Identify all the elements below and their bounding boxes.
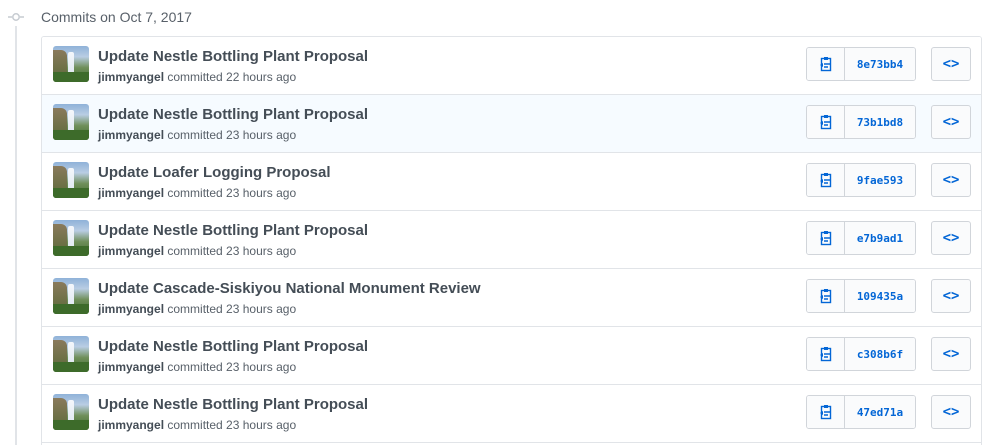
sha-button-group: c308b6f — [806, 337, 916, 371]
avatar[interactable] — [53, 162, 89, 198]
git-commit-icon — [8, 13, 24, 21]
copy-sha-button[interactable] — [807, 338, 845, 370]
commit-time: committed 22 hours ago — [167, 70, 297, 84]
commit-author-link[interactable]: jimmyangel — [98, 302, 164, 316]
code-icon: <> — [942, 114, 960, 130]
code-icon: <> — [942, 172, 960, 188]
commit-sha-link[interactable]: 109435a — [845, 280, 915, 312]
commit-title-link[interactable]: Update Cascade-Siskiyou National Monumen… — [98, 280, 481, 298]
avatar[interactable] — [53, 220, 89, 256]
commit-sha-link[interactable]: 8e73bb4 — [845, 48, 915, 80]
commit-meta: jimmyangel committed 23 hours ago — [98, 417, 296, 433]
commit-row: Update Nestle Bottling Plant Proposal ji… — [42, 385, 981, 443]
avatar[interactable] — [53, 46, 89, 82]
clipboard-icon — [819, 231, 831, 246]
commit-time: committed 23 hours ago — [167, 418, 297, 432]
copy-sha-button[interactable] — [807, 396, 845, 428]
commit-title-link[interactable]: Update Nestle Bottling Plant Proposal — [98, 222, 368, 240]
commit-meta: jimmyangel committed 22 hours ago — [98, 69, 296, 85]
commit-time: committed 23 hours ago — [167, 360, 297, 374]
commit-meta: jimmyangel committed 23 hours ago — [98, 301, 296, 317]
commit-title-link[interactable]: Update Nestle Bottling Plant Proposal — [98, 106, 368, 124]
commit-meta: jimmyangel committed 23 hours ago — [98, 359, 296, 375]
commit-time: committed 23 hours ago — [167, 302, 297, 316]
sha-button-group: 47ed71a — [806, 395, 916, 429]
commit-list: Update Nestle Bottling Plant Proposal ji… — [41, 36, 982, 445]
copy-sha-button[interactable] — [807, 164, 845, 196]
avatar[interactable] — [53, 394, 89, 430]
commit-meta: jimmyangel committed 23 hours ago — [98, 243, 296, 259]
sha-button-group: 9fae593 — [806, 163, 916, 197]
copy-sha-button[interactable] — [807, 48, 845, 80]
commit-row: Update Nestle Bottling Plant Proposal ji… — [42, 327, 981, 385]
commit-sha-link[interactable]: 47ed71a — [845, 396, 915, 428]
commit-time: committed 23 hours ago — [167, 128, 297, 142]
browse-code-button[interactable]: <> — [931, 163, 971, 197]
code-icon: <> — [942, 346, 960, 362]
avatar[interactable] — [53, 104, 89, 140]
commit-row: Update Nestle Bottling Plant Proposal ji… — [42, 95, 981, 153]
commit-title-link[interactable]: Update Nestle Bottling Plant Proposal — [98, 396, 368, 414]
clipboard-icon — [819, 289, 831, 304]
commit-row: Update Cascade-Siskiyou National Monumen… — [42, 269, 981, 327]
commit-meta: jimmyangel committed 23 hours ago — [98, 127, 296, 143]
commit-meta: jimmyangel committed 23 hours ago — [98, 185, 296, 201]
commit-row: Update Nestle Bottling Plant Proposal ji… — [42, 211, 981, 269]
clipboard-icon — [819, 57, 831, 72]
browse-code-button[interactable]: <> — [931, 47, 971, 81]
avatar[interactable] — [53, 278, 89, 314]
clipboard-icon — [819, 405, 831, 420]
commit-sha-link[interactable]: 73b1bd8 — [845, 106, 915, 138]
avatar[interactable] — [53, 336, 89, 372]
code-icon: <> — [942, 56, 960, 72]
commit-time: committed 23 hours ago — [167, 186, 297, 200]
commit-title-link[interactable]: Update Loafer Logging Proposal — [98, 164, 331, 182]
sha-button-group: 73b1bd8 — [806, 105, 916, 139]
copy-sha-button[interactable] — [807, 106, 845, 138]
clipboard-icon — [819, 173, 831, 188]
commit-sha-link[interactable]: e7b9ad1 — [845, 222, 915, 254]
copy-sha-button[interactable] — [807, 222, 845, 254]
code-icon: <> — [942, 288, 960, 304]
clipboard-icon — [819, 347, 831, 362]
commit-author-link[interactable]: jimmyangel — [98, 244, 164, 258]
code-icon: <> — [942, 230, 960, 246]
commit-title-link[interactable]: Update Nestle Bottling Plant Proposal — [98, 48, 368, 66]
sha-button-group: 8e73bb4 — [806, 47, 916, 81]
commit-date-header: Commits on Oct 7, 2017 — [0, 0, 1001, 34]
commit-row: Update Loafer Logging Proposal jimmyange… — [42, 153, 981, 211]
browse-code-button[interactable]: <> — [931, 105, 971, 139]
commit-date-title: Commits on Oct 7, 2017 — [41, 9, 192, 25]
clipboard-icon — [819, 115, 831, 130]
code-icon: <> — [942, 404, 960, 420]
commit-author-link[interactable]: jimmyangel — [98, 70, 164, 84]
browse-code-button[interactable]: <> — [931, 279, 971, 313]
browse-code-button[interactable]: <> — [931, 337, 971, 371]
sha-button-group: 109435a — [806, 279, 916, 313]
sha-button-group: e7b9ad1 — [806, 221, 916, 255]
commit-row: Update Nestle Bottling Plant Proposal ji… — [42, 37, 981, 95]
commit-author-link[interactable]: jimmyangel — [98, 186, 164, 200]
browse-code-button[interactable]: <> — [931, 221, 971, 255]
browse-code-button[interactable]: <> — [931, 395, 971, 429]
timeline-line — [15, 26, 17, 445]
commit-sha-link[interactable]: c308b6f — [845, 338, 915, 370]
commit-title-link[interactable]: Update Nestle Bottling Plant Proposal — [98, 338, 368, 356]
commit-author-link[interactable]: jimmyangel — [98, 418, 164, 432]
commit-author-link[interactable]: jimmyangel — [98, 128, 164, 142]
commit-time: committed 23 hours ago — [167, 244, 297, 258]
commit-sha-link[interactable]: 9fae593 — [845, 164, 915, 196]
copy-sha-button[interactable] — [807, 280, 845, 312]
commit-author-link[interactable]: jimmyangel — [98, 360, 164, 374]
